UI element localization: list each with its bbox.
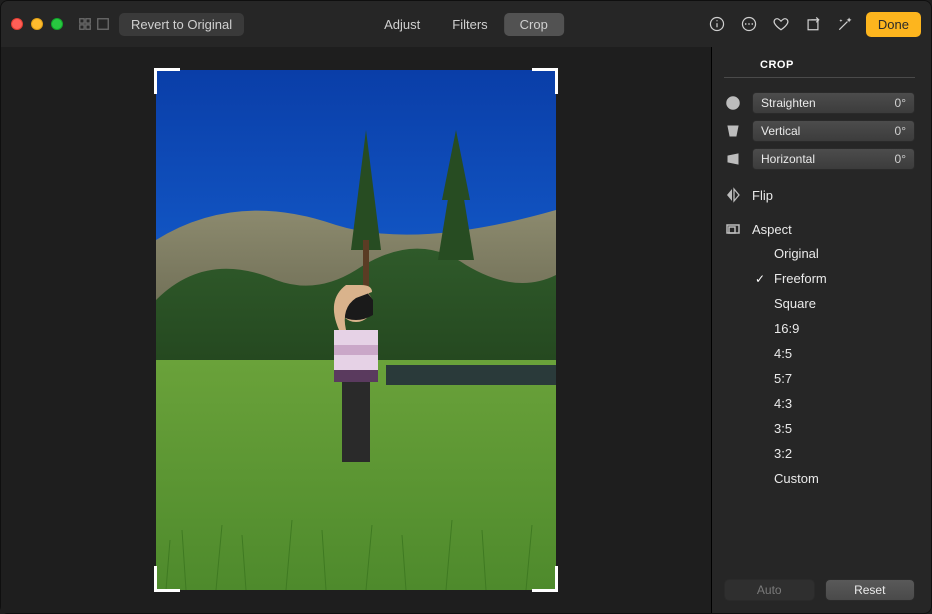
aspect-4-5[interactable]: 4:5 <box>754 346 915 361</box>
vertical-value: 0° <box>895 124 906 138</box>
zoom-window-button[interactable] <box>51 18 63 30</box>
horizontal-row: Horizontal 0° <box>724 148 915 170</box>
grid-icon[interactable] <box>77 16 93 32</box>
canvas-area <box>1 47 711 613</box>
horizontal-dial[interactable]: Horizontal 0° <box>752 148 915 170</box>
aspect-label: Aspect <box>752 222 792 237</box>
flip-action[interactable]: Flip <box>724 186 915 204</box>
flip-icon <box>724 186 742 204</box>
aspect-list: Original ✓Freeform Square 16:9 4:5 5:7 4… <box>754 246 915 486</box>
auto-enhance-icon[interactable] <box>834 13 856 35</box>
horizontal-value: 0° <box>895 152 906 166</box>
revert-to-original-button[interactable]: Revert to Original <box>119 13 244 36</box>
tab-filters[interactable]: Filters <box>436 13 503 36</box>
aspect-4-3[interactable]: 4:3 <box>754 396 915 411</box>
vertical-dial[interactable]: Vertical 0° <box>752 120 915 142</box>
straighten-value: 0° <box>895 96 906 110</box>
edit-mode-segmented: Adjust Filters Crop <box>368 13 564 36</box>
toolbar-right: Done <box>706 12 921 37</box>
aspect-5-7[interactable]: 5:7 <box>754 371 915 386</box>
titlebar: Revert to Original Adjust Filters Crop D… <box>1 1 931 47</box>
aspect-icon <box>724 220 742 238</box>
aspect-header[interactable]: Aspect <box>724 220 915 238</box>
straighten-icon <box>724 94 742 112</box>
aspect-square[interactable]: Square <box>754 296 915 311</box>
straighten-row: Straighten 0° <box>724 92 915 114</box>
flip-label: Flip <box>752 188 773 203</box>
aspect-item-label: Square <box>774 296 816 311</box>
sidebar-title: CROP <box>724 59 915 78</box>
aspect-3-2[interactable]: 3:2 <box>754 446 915 461</box>
aspect-16-9[interactable]: 16:9 <box>754 321 915 336</box>
aspect-item-label: 3:5 <box>774 421 792 436</box>
aspect-item-label: 4:3 <box>774 396 792 411</box>
favorite-icon[interactable] <box>770 13 792 35</box>
aspect-custom[interactable]: Custom <box>754 471 915 486</box>
photo <box>156 70 556 590</box>
done-button[interactable]: Done <box>866 12 921 37</box>
angle-controls: Straighten 0° Vertical 0° Horizontal 0 <box>724 92 915 170</box>
aspect-item-label: 4:5 <box>774 346 792 361</box>
window-controls <box>11 18 63 30</box>
window: Revert to Original Adjust Filters Crop D… <box>0 0 932 614</box>
view-mode-icons <box>77 16 111 32</box>
crop-handle-top-left[interactable] <box>154 68 180 94</box>
aspect-3-5[interactable]: 3:5 <box>754 421 915 436</box>
aspect-item-label: Freeform <box>774 271 827 286</box>
crop-sidebar: CROP Straighten 0° Vertical 0° <box>711 47 931 613</box>
info-icon[interactable] <box>706 13 728 35</box>
vertical-label: Vertical <box>761 124 800 138</box>
auto-button[interactable]: Auto <box>724 579 815 601</box>
aspect-item-label: 5:7 <box>774 371 792 386</box>
aspect-original[interactable]: Original <box>754 246 915 261</box>
vertical-row: Vertical 0° <box>724 120 915 142</box>
horizontal-perspective-icon <box>724 150 742 168</box>
crop-handle-bottom-right[interactable] <box>532 566 558 592</box>
tab-adjust[interactable]: Adjust <box>368 13 436 36</box>
straighten-label: Straighten <box>761 96 816 110</box>
aspect-item-label: 3:2 <box>774 446 792 461</box>
sidebar-footer: Auto Reset <box>724 579 915 601</box>
minimize-window-button[interactable] <box>31 18 43 30</box>
more-icon[interactable] <box>738 13 760 35</box>
crop-handle-bottom-left[interactable] <box>154 566 180 592</box>
close-window-button[interactable] <box>11 18 23 30</box>
photo-crop-frame[interactable] <box>156 70 556 590</box>
crop-handle-top-right[interactable] <box>532 68 558 94</box>
straighten-dial[interactable]: Straighten 0° <box>752 92 915 114</box>
body: CROP Straighten 0° Vertical 0° <box>1 47 931 613</box>
aspect-freeform[interactable]: ✓Freeform <box>754 271 915 286</box>
rotate-icon[interactable] <box>802 13 824 35</box>
single-icon[interactable] <box>95 16 111 32</box>
horizontal-label: Horizontal <box>761 152 815 166</box>
aspect-item-label: Custom <box>774 471 819 486</box>
vertical-perspective-icon <box>724 122 742 140</box>
aspect-item-label: 16:9 <box>774 321 799 336</box>
reset-button[interactable]: Reset <box>825 579 916 601</box>
aspect-item-label: Original <box>774 246 819 261</box>
tab-crop[interactable]: Crop <box>504 13 564 36</box>
